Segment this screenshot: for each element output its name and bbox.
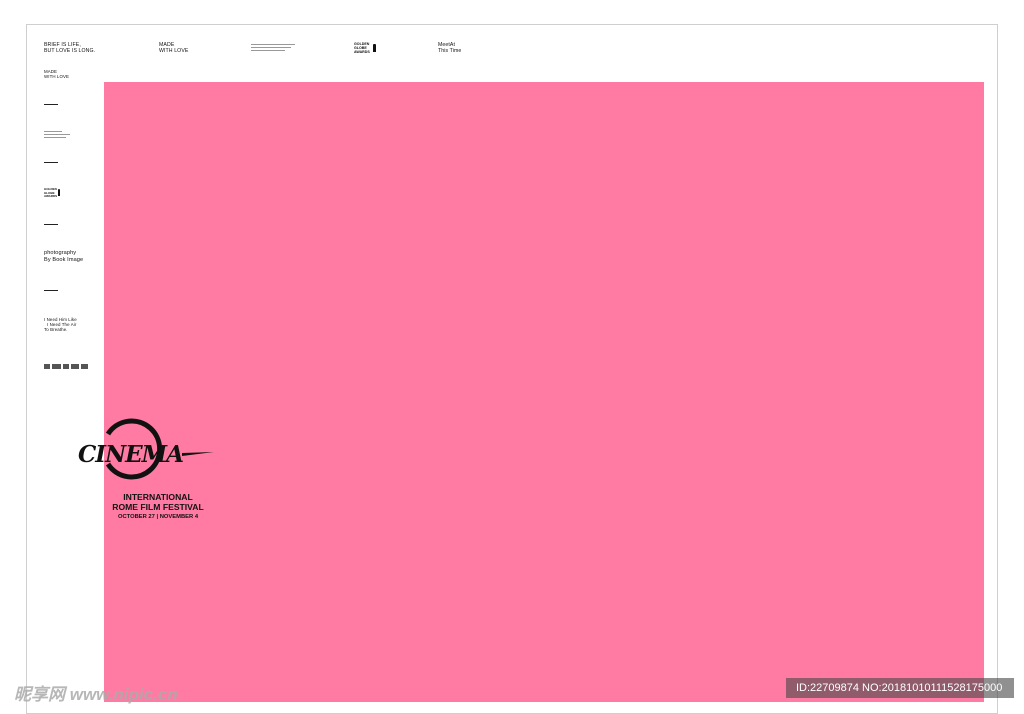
side-globe-line-3: AWARDS xyxy=(44,194,58,198)
sponsor-logo-1 xyxy=(44,364,50,370)
fine-print-rule-1 xyxy=(251,44,295,45)
festival-dates: OCTOBER 27 | NOVEMBER 4 xyxy=(117,514,199,520)
festival-line-2: ROME FILM FESTIVAL xyxy=(112,502,204,512)
meet-line-2: This Time xyxy=(438,48,462,54)
divider-1 xyxy=(44,104,58,105)
sponsor-logos xyxy=(44,358,94,370)
side-made-line-2: WITH LOVE xyxy=(44,74,70,79)
photo-line-1: photography xyxy=(44,250,77,256)
cinema-ring-graphic: CINEMA xyxy=(78,418,214,480)
fine-print-rule-3 xyxy=(251,50,285,51)
sponsor-logo-3 xyxy=(63,364,69,370)
image-id-watermark: ID:22709874 NO:20181010111528175000 xyxy=(786,678,1014,698)
sponsor-logo-2 xyxy=(52,364,61,370)
cinema-festival-logo: CINEMA INTERNATIONAL ROME FILM FESTIVAL … xyxy=(78,408,218,528)
sponsor-logo-5 xyxy=(81,364,88,370)
sponsor-logo-4 xyxy=(71,364,79,370)
lyric-line-3: To Breathe. xyxy=(44,327,68,332)
cinema-swash xyxy=(182,452,214,456)
made-line-2: WITH LOVE xyxy=(159,48,189,54)
divider-2 xyxy=(44,162,58,163)
cinema-word: CINEMA xyxy=(78,441,183,468)
divider-4 xyxy=(44,290,58,291)
side-rule-a xyxy=(44,131,62,132)
pink-image-panel xyxy=(104,82,984,702)
divider-3 xyxy=(44,224,58,225)
photo-line-2: By Book Image xyxy=(44,257,84,263)
side-globe-statue-icon xyxy=(58,189,60,196)
tagline-line-2: BUT LOVE IS LONG. xyxy=(44,48,96,54)
side-rule-c xyxy=(44,137,66,138)
side-rule-b xyxy=(44,134,70,135)
globe-line-3: AWARDS xyxy=(354,50,370,54)
fine-print-rule-2 xyxy=(251,47,291,48)
festival-line-1: INTERNATIONAL xyxy=(123,492,193,502)
globe-statue-icon xyxy=(373,44,376,52)
site-watermark: 昵享网 www.nipic.cn xyxy=(14,685,178,704)
